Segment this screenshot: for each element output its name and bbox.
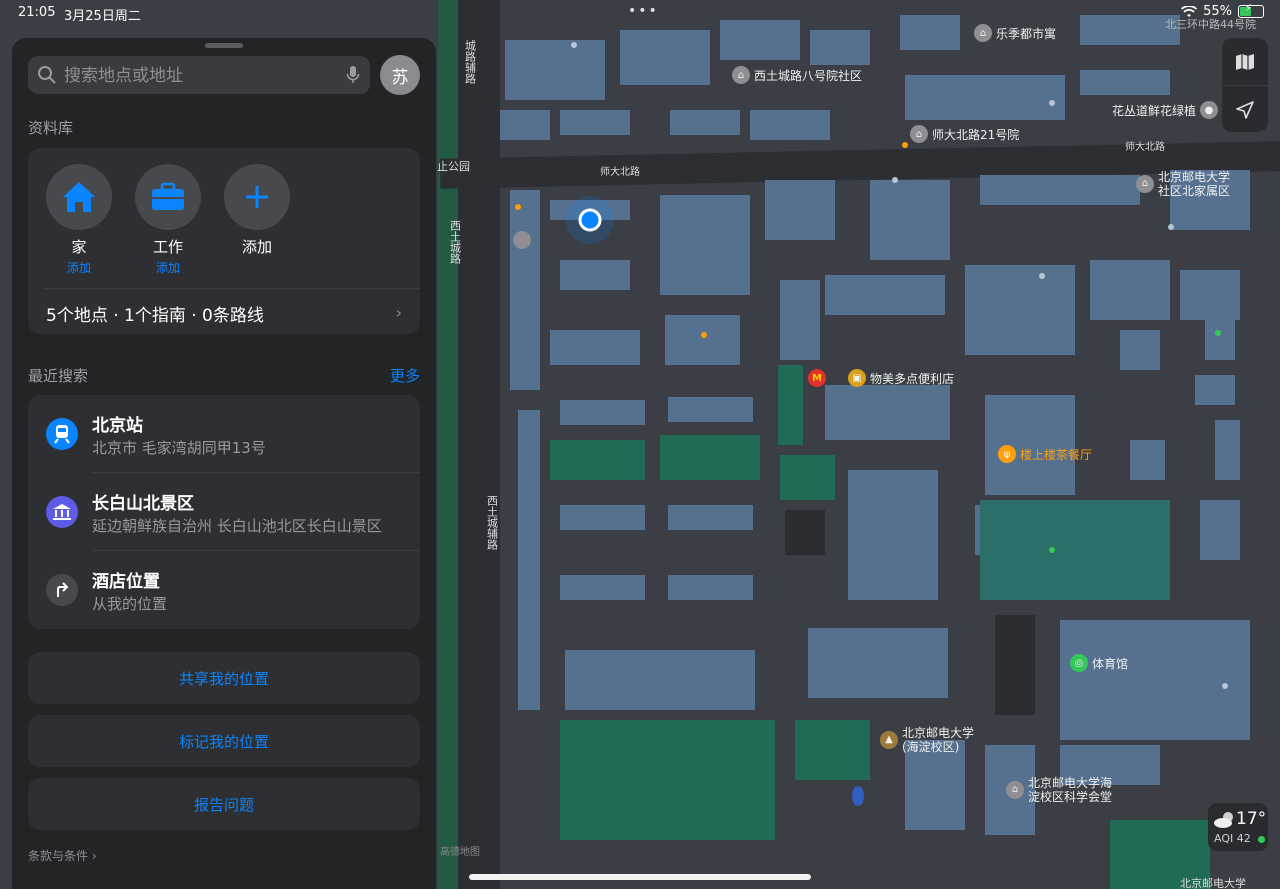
- map-attribution: 高德地图: [440, 845, 480, 858]
- road-label-shidabeilu-right: 师大北路: [1125, 140, 1165, 153]
- poi-shidabeilu-21[interactable]: ⌂ 师大北路21号院: [910, 125, 1019, 143]
- favorite-home-label: 家: [71, 238, 87, 256]
- road-label-fulu-top: 城路辅路: [464, 40, 477, 85]
- building-icon: ⌂: [910, 125, 928, 143]
- road-label-xituchenglu: 西土城路: [449, 220, 462, 265]
- favorite-work-label: 工作: [152, 238, 183, 256]
- poi-bupt-north[interactable]: ⌂ 北京邮电大学 社区北家属区: [1136, 170, 1230, 198]
- library-title: 资料库: [28, 119, 74, 137]
- user-location-dot[interactable]: [578, 208, 602, 232]
- mark-location-button[interactable]: 标记我的位置: [28, 715, 420, 767]
- poi-wumei[interactable]: M ▣ 物美多点便利店: [808, 369, 954, 387]
- recent-item-title: 北京站: [92, 416, 143, 436]
- battery-icon: ⚡: [1238, 3, 1264, 18]
- building-icon: ⌂: [1006, 781, 1024, 799]
- favorite-add-label: 添加: [241, 238, 272, 256]
- list-item[interactable]: 北京站 北京市 毛家湾胡同甲13号: [28, 395, 420, 473]
- house-icon: [46, 164, 112, 230]
- search-bar[interactable]: [28, 56, 370, 96]
- locate-me-button[interactable]: [1222, 86, 1268, 133]
- divider: [44, 288, 420, 289]
- favorite-home[interactable]: 家 添加: [46, 164, 112, 276]
- briefcase-icon: [135, 164, 201, 230]
- status-date: 3月25日周二: [64, 9, 141, 24]
- poi-bupt-haidian[interactable]: ▲ 北京邮电大学 (海淀校区): [880, 726, 974, 754]
- share-location-button[interactable]: 共享我的位置: [28, 652, 420, 704]
- status-bar: 21:05 3月25日周二 ••• 55% ⚡: [0, 0, 1280, 26]
- avatar[interactable]: 苏: [380, 55, 420, 95]
- library-card: 家 添加 工作 添加 添加 5个地点 · 1个指南 · 0条路线 ›: [28, 148, 420, 334]
- poi-huacong[interactable]: 花丛道鲜花绿植 ●: [1112, 101, 1219, 119]
- multitasking-dots-icon[interactable]: •••: [628, 3, 659, 19]
- landmark-icon: [46, 496, 78, 528]
- road-label-xitucheng-fulu: 西土城辅路: [486, 495, 499, 551]
- chevron-right-icon[interactable]: ›: [396, 303, 402, 322]
- recent-item-title: 酒店位置: [92, 572, 160, 592]
- weather-aqi: AQI 42: [1214, 832, 1251, 845]
- weather-temp: 17°: [1236, 809, 1267, 829]
- favorite-work-add[interactable]: 添加: [135, 259, 201, 276]
- recents-title: 最近搜索: [28, 367, 89, 385]
- aqi-status-dot: [1258, 836, 1265, 843]
- road-label-shidabeilu: 师大北路: [600, 165, 640, 178]
- stadium-icon: ◎: [1070, 654, 1088, 672]
- poi-stadium[interactable]: ◎ 体育馆: [1070, 654, 1128, 672]
- list-item[interactable]: 长白山北景区 延边朝鲜族自治州 长白山池北区长白山景区: [28, 473, 420, 551]
- status-time: 21:05: [18, 5, 56, 20]
- weather-widget[interactable]: 17° AQI 42: [1208, 803, 1268, 851]
- map-mode-button[interactable]: [1222, 38, 1268, 85]
- wifi-icon: [1181, 5, 1198, 17]
- recents-list: 北京站 北京市 毛家湾胡同甲13号 长白山北景区 延边朝鲜族自治州 长白山池北区…: [28, 395, 420, 629]
- favorite-add[interactable]: 添加: [224, 164, 290, 257]
- map-icon: [1236, 53, 1254, 70]
- mcdonalds-icon: M: [808, 369, 826, 387]
- terms-link[interactable]: 条款与条件 ›: [28, 847, 97, 864]
- poi-leji[interactable]: ⌂ 乐季都市寓: [974, 24, 1056, 42]
- building-icon: ⌂: [732, 66, 750, 84]
- battery-percent: 55%: [1203, 4, 1232, 19]
- store-icon: ▣: [848, 369, 866, 387]
- home-indicator[interactable]: [469, 874, 811, 880]
- turn-arrow-icon: [46, 574, 78, 606]
- report-issue-button[interactable]: 报告问题: [28, 778, 420, 830]
- train-icon: [46, 418, 78, 450]
- cloudy-moon-icon: [1214, 812, 1233, 828]
- microphone-icon[interactable]: [346, 65, 360, 85]
- map-label-bottom-right: 北京邮电大学: [1180, 876, 1246, 889]
- restaurant-icon: ψ: [998, 445, 1016, 463]
- favorite-home-add[interactable]: 添加: [46, 259, 112, 276]
- list-item[interactable]: 酒店位置 从我的位置: [28, 551, 420, 629]
- recent-item-subtitle: 延边朝鲜族自治州 长白山池北区长白山景区: [92, 517, 382, 535]
- map-controls: [1222, 38, 1268, 132]
- building-icon: ⌂: [1136, 175, 1154, 193]
- school-icon: ▲: [880, 731, 898, 749]
- panel-grabber[interactable]: [205, 43, 243, 48]
- flower-icon: ●: [1200, 101, 1219, 119]
- poi-loushanglou[interactable]: ψ 楼上楼茶餐厅: [998, 445, 1092, 463]
- plus-icon: [224, 164, 290, 230]
- recent-item-subtitle: 从我的位置: [92, 595, 168, 613]
- library-summary[interactable]: 5个地点 · 1个指南 · 0条路线: [46, 301, 264, 326]
- location-arrow-icon: [1236, 100, 1254, 119]
- building-icon: ⌂: [974, 24, 992, 42]
- search-icon: [38, 66, 56, 84]
- recent-item-title: 长白山北景区: [92, 494, 194, 514]
- poi-bupt-hall[interactable]: ⌂ 北京邮电大学海 淀校区科学会堂: [1006, 776, 1112, 804]
- road-label-park: 止公园: [437, 160, 470, 173]
- sidebar-panel: 苏 资料库 家 添加 工作 添加 添加 5个地点 · 1个指南 · 0条路线 ›…: [12, 38, 436, 889]
- poi-xitucheng-8[interactable]: ⌂ 西土城路八号院社区: [732, 66, 862, 84]
- recent-item-subtitle: 北京市 毛家湾胡同甲13号: [92, 439, 266, 457]
- recents-more-link[interactable]: 更多: [390, 365, 420, 386]
- search-input[interactable]: [62, 56, 336, 96]
- favorite-work[interactable]: 工作 添加: [135, 164, 201, 276]
